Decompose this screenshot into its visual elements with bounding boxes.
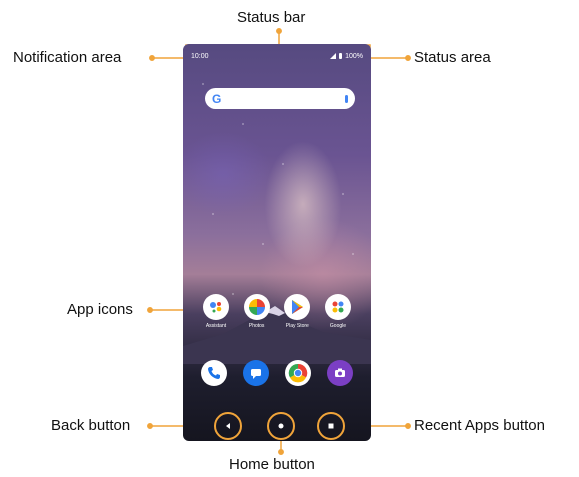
app-icons-row: Assistant Photos Play Store Google [201, 294, 353, 329]
battery-level: 100% [345, 52, 363, 60]
status-time: 10:00 [191, 52, 209, 60]
app-play-store[interactable]: Play Store [282, 294, 312, 329]
app-label: Assistant [205, 323, 227, 329]
home-button-label: Home button [229, 456, 315, 473]
app-assistant[interactable]: Assistant [201, 294, 231, 329]
home-circle-icon [278, 423, 284, 429]
google-folder-icon [324, 294, 351, 320]
camera-icon[interactable] [327, 360, 353, 386]
app-label: Google [329, 323, 347, 329]
status-icons: 100% [330, 53, 363, 60]
recent-apps-square-icon [328, 423, 334, 429]
recent-apps-button[interactable] [317, 412, 345, 440]
status-area-label: Status area [414, 49, 491, 66]
battery-icon [339, 53, 343, 59]
phone-icon[interactable] [201, 360, 227, 386]
status-area-dot [405, 55, 411, 61]
back-triangle-icon [226, 423, 230, 429]
chrome-icon[interactable] [285, 360, 311, 386]
recent-apps-dot [405, 423, 411, 429]
messages-icon[interactable] [243, 360, 269, 386]
status-bar-dot [276, 28, 282, 34]
app-photos[interactable]: Photos [242, 294, 272, 329]
wallpaper-stars [183, 44, 371, 322]
notification-area-dot [149, 55, 155, 61]
recent-apps-button-label: Recent Apps button [414, 417, 545, 434]
signal-icon [330, 53, 337, 59]
photos-icon [243, 294, 270, 320]
google-logo-icon: G [212, 91, 222, 106]
app-google-folder[interactable]: Google [323, 294, 353, 329]
play-store-icon [284, 294, 311, 320]
google-search-bar[interactable]: G [205, 88, 355, 109]
phone-screen: 10:00 100% G Assistant Photos Play Store… [183, 44, 371, 441]
status-bar[interactable]: 10:00 100% [183, 44, 371, 68]
notification-area-label: Notification area [13, 49, 122, 66]
back-button-label: Back button [51, 417, 131, 434]
status-bar-label: Status bar [237, 9, 306, 26]
back-button-dot [147, 423, 153, 429]
app-icons-label: App icons [67, 301, 133, 318]
dock-row [201, 360, 353, 386]
microphone-icon[interactable] [345, 94, 348, 103]
app-label: Photos [248, 323, 265, 329]
app-icons-dot [147, 307, 153, 313]
home-button[interactable] [267, 412, 295, 440]
home-button-dot [278, 449, 284, 455]
back-button[interactable] [214, 412, 242, 440]
assistant-icon [203, 294, 229, 320]
app-label: Play Store [285, 323, 309, 329]
